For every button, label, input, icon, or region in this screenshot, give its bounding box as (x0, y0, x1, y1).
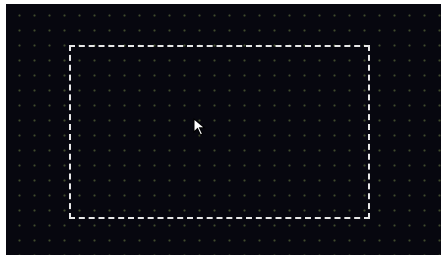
mouse-cursor-icon (193, 118, 206, 136)
screen (0, 0, 447, 255)
selection-rectangle[interactable] (69, 45, 370, 219)
drawing-canvas[interactable] (6, 4, 441, 255)
